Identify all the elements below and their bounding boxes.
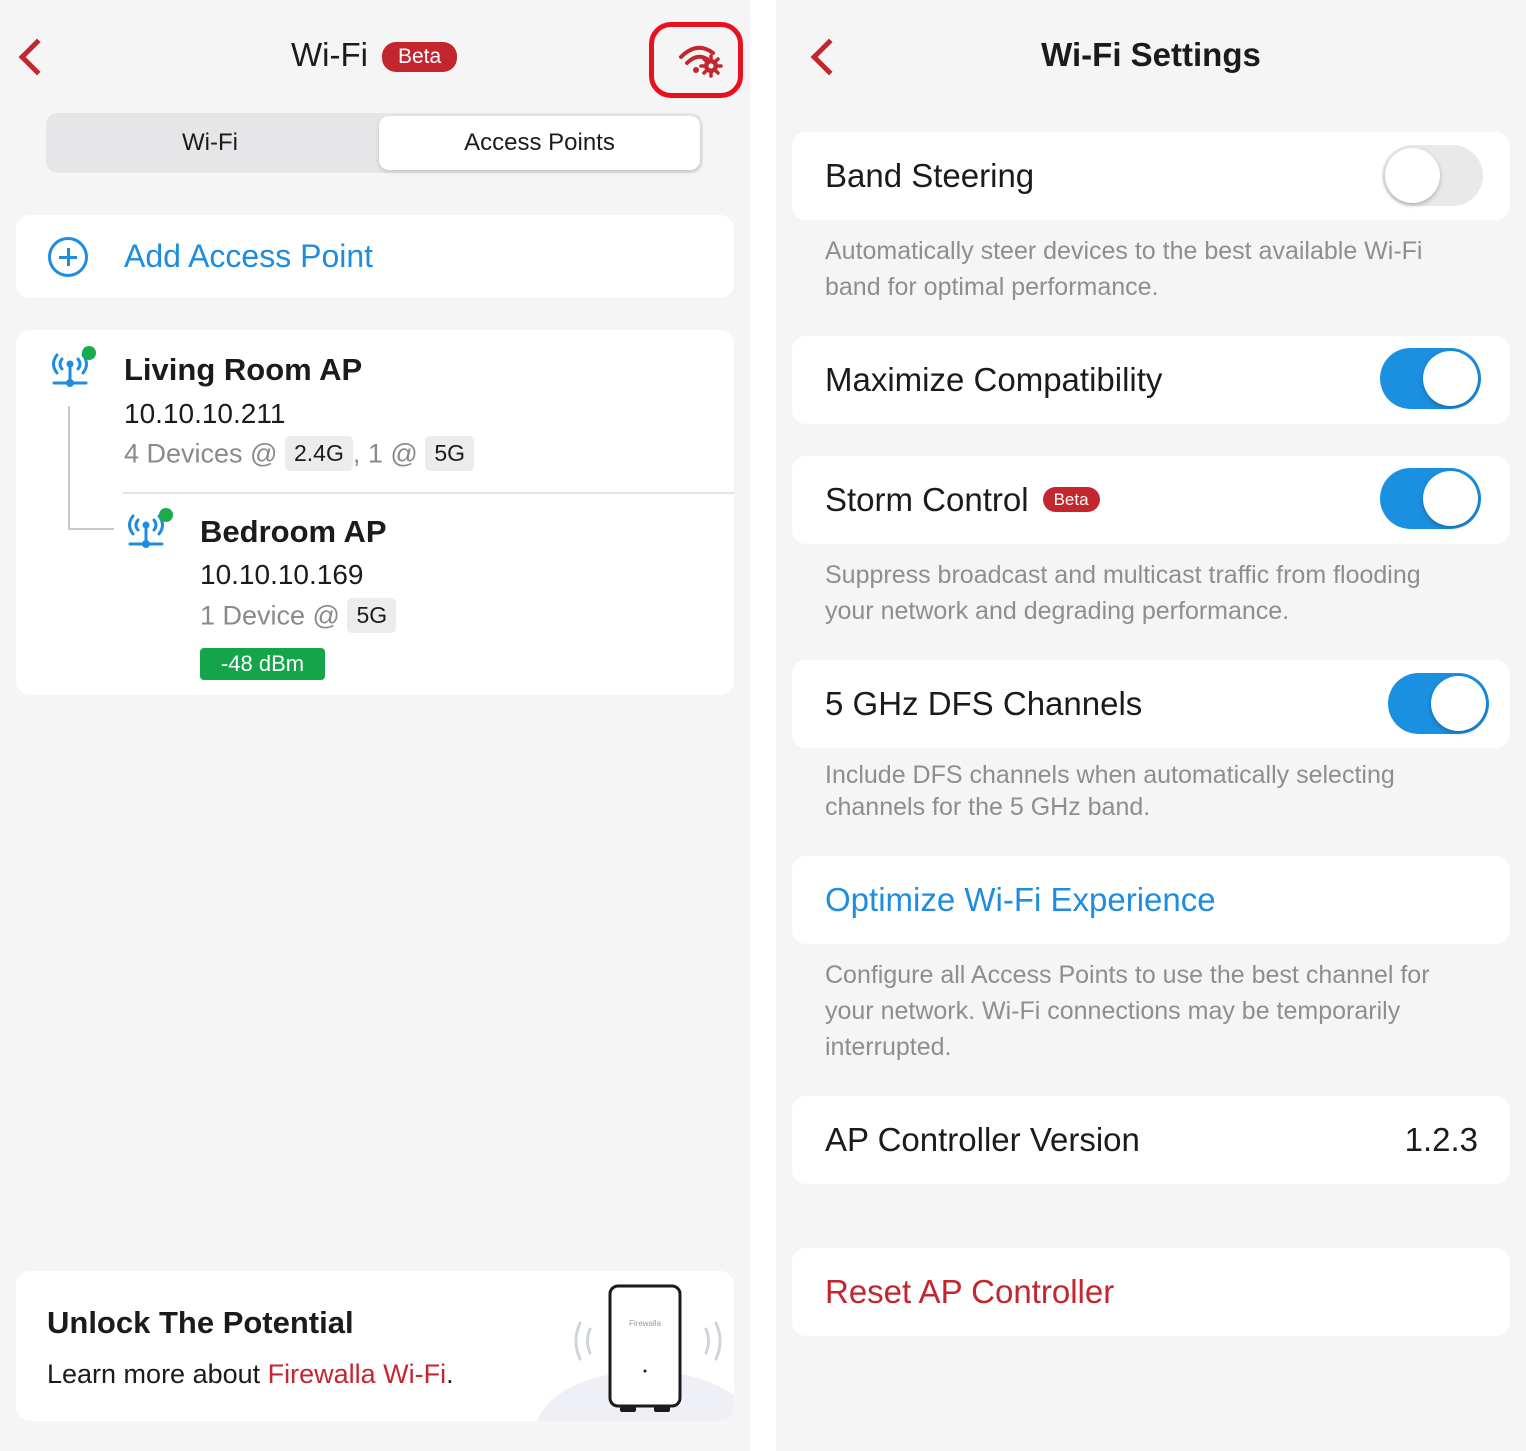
beta-badge: Beta — [382, 42, 458, 72]
storm-control-label-group: Storm Control Beta — [825, 481, 1100, 519]
maximize-compatibility-row: Maximize Compatibility — [792, 336, 1510, 424]
maximize-compatibility-toggle[interactable] — [1380, 348, 1481, 409]
illustration-brand-text: Firewalla — [629, 1319, 662, 1328]
band-steering-row: Band Steering — [792, 132, 1510, 220]
toggle-knob — [1385, 148, 1440, 203]
mesh-tree-branch — [68, 528, 114, 530]
tab-wifi[interactable]: Wi-Fi — [46, 113, 374, 173]
promo-text-suffix: . — [446, 1359, 454, 1389]
promo-card[interactable]: Unlock The Potential Learn more about Fi… — [16, 1271, 734, 1421]
firewalla-ap-illustration: Firewalla — [537, 1284, 734, 1421]
band-steering-description: Automatically steer devices to the best … — [825, 237, 1423, 301]
ap-ip-address: 10.10.10.169 — [200, 559, 364, 590]
signal-strength-badge: -48 dBm — [200, 648, 325, 680]
add-circle-icon — [48, 237, 88, 277]
ap-controller-version-label: AP Controller Version — [825, 1121, 1140, 1158]
wifi-settings-screen: Wi-Fi Settings Band Steering Automatical… — [776, 0, 1526, 1451]
toggle-knob — [1423, 351, 1478, 406]
storm-control-label: Storm Control — [825, 481, 1029, 518]
access-point-list: Living Room AP 10.10.10.211 4 Devices @ … — [16, 330, 734, 695]
page-title: Wi-Fi — [291, 36, 368, 73]
ap-name[interactable]: Living Room AP — [124, 352, 362, 388]
storm-control-description: Suppress broadcast and multicast traffic… — [825, 561, 1421, 625]
view-segmented-control: Wi-Fi Access Points — [46, 113, 703, 173]
device-count-text: 4 Devices @ — [124, 438, 278, 469]
page-title: Wi-Fi Settings — [1041, 36, 1261, 73]
wifi-settings-button[interactable] — [649, 22, 743, 98]
ap-device-summary: 1 Device @ 5G — [200, 598, 397, 635]
online-status-dot — [82, 346, 96, 360]
add-access-point-label: Add Access Point — [124, 238, 374, 274]
firewalla-wifi-link[interactable]: Firewalla Wi-Fi — [268, 1359, 447, 1389]
device-count-text: 1 Device @ — [200, 600, 340, 631]
dfs-channels-row: 5 GHz DFS Channels — [792, 660, 1510, 748]
band-tag-5g: 5G — [347, 598, 397, 633]
band-separator-text: , 1 @ — [352, 438, 418, 469]
beta-badge: Beta — [1042, 486, 1100, 512]
reset-ap-controller-button[interactable]: Reset AP Controller — [792, 1248, 1510, 1336]
dfs-channels-description: Include DFS channels when automatically … — [825, 761, 1395, 821]
band-tag-5g: 5G — [425, 436, 474, 471]
divider — [123, 492, 734, 494]
optimize-wifi-label: Optimize Wi-Fi Experience — [825, 881, 1216, 918]
promo-text: Learn more about Firewalla Wi-Fi. — [47, 1359, 454, 1390]
toggle-knob — [1423, 471, 1478, 526]
reset-ap-controller-label: Reset AP Controller — [825, 1273, 1115, 1310]
optimize-wifi-description: Configure all Access Points to use the b… — [825, 961, 1430, 1061]
band-tag-24g: 2.4G — [284, 436, 353, 471]
dfs-channels-label: 5 GHz DFS Channels — [825, 685, 1143, 722]
wifi-access-points-screen: Wi-Fi Beta Wi-Fi Access Points Add Acces… — [0, 0, 750, 1451]
toggle-knob — [1431, 676, 1486, 731]
mesh-tree-line — [68, 406, 70, 530]
online-status-dot — [159, 508, 173, 522]
storm-control-toggle[interactable] — [1380, 468, 1481, 529]
wifi-settings-icon — [679, 45, 723, 78]
band-steering-toggle[interactable] — [1382, 145, 1483, 206]
ap-controller-version-row: AP Controller Version 1.2.3 — [792, 1096, 1510, 1184]
promo-text-prefix: Learn more about — [47, 1359, 268, 1389]
promo-title: Unlock The Potential — [47, 1305, 354, 1340]
band-steering-label: Band Steering — [825, 157, 1035, 194]
maximize-compatibility-label: Maximize Compatibility — [825, 361, 1163, 398]
optimize-wifi-button[interactable]: Optimize Wi-Fi Experience — [792, 856, 1510, 944]
dfs-channels-toggle[interactable] — [1388, 673, 1489, 734]
ap-ip-address: 10.10.10.211 — [124, 398, 286, 429]
ap-device-summary: 4 Devices @ 2.4G, 1 @ 5G — [124, 436, 474, 473]
ap-name[interactable]: Bedroom AP — [200, 514, 387, 550]
back-chevron-icon[interactable] — [18, 38, 56, 76]
storm-control-row: Storm Control Beta — [792, 456, 1510, 544]
tab-access-points[interactable]: Access Points — [379, 116, 700, 170]
ap-controller-version-value: 1.2.3 — [1404, 1121, 1478, 1158]
add-access-point-button[interactable]: Add Access Point — [16, 215, 734, 298]
